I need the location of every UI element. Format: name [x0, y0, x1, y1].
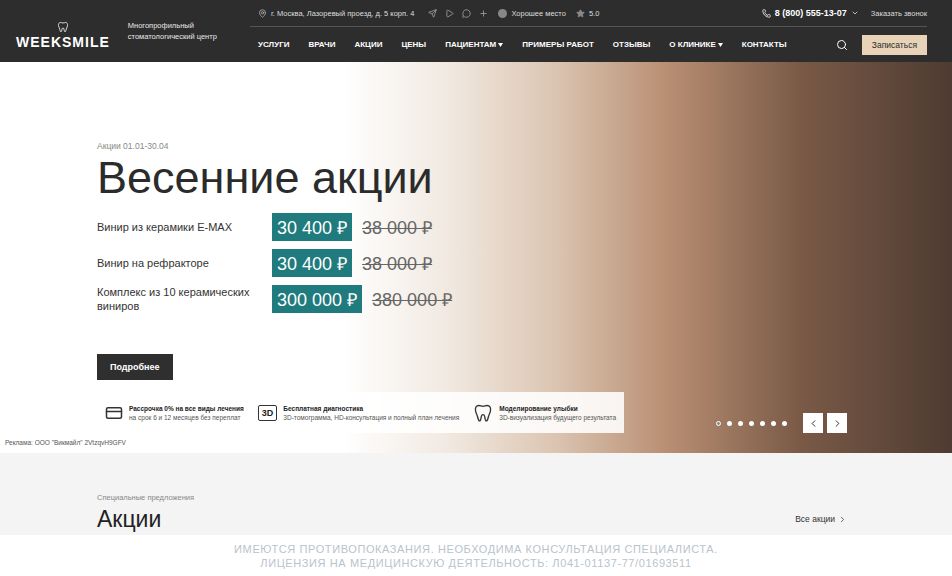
feature-item: 3D Бесплатная диагностика3D-томограмма, H…: [258, 404, 459, 422]
promo-period: Акции 01.01-30.04: [97, 140, 847, 152]
card-icon: [105, 404, 123, 422]
nav-item[interactable]: УСЛУГИ: [258, 40, 289, 49]
tooth-icon: [473, 403, 493, 423]
phone-icon: [762, 9, 771, 18]
nav-item[interactable]: КОНТАКТЫ: [742, 40, 787, 49]
nav-item[interactable]: ПАЦИЕНТАМ: [445, 40, 503, 49]
rating: 5.0: [576, 9, 599, 18]
plus-icon[interactable]: [479, 9, 488, 18]
more-button[interactable]: Подробнее: [97, 354, 173, 380]
nav-item[interactable]: ОТЗЫВЫ: [613, 40, 651, 49]
chevron-right-icon: [832, 418, 843, 429]
nav-item[interactable]: АКЦИИ: [354, 40, 382, 49]
slider-dot[interactable]: [727, 421, 732, 426]
offers-section: Специальные предложения Акции Все акции: [0, 453, 952, 535]
next-button[interactable]: [827, 413, 847, 433]
disclaimer-bar: ИМЕЮТСЯ ПРОТИВОПОКАЗАНИЯ. НЕОБХОДИМА КОН…: [0, 535, 952, 576]
feature-title: Бесплатная диагностика: [283, 404, 459, 413]
phone[interactable]: 8 (800) 555-13-07: [762, 8, 859, 18]
nav-item[interactable]: ЦЕНЫ: [401, 40, 426, 49]
feature-text: Рассрочка 0% на все виды леченияна срок …: [129, 404, 244, 422]
logo[interactable]: WEEKSMILE: [16, 13, 110, 49]
offer-row: Винир из керамики E-MAX30 400 ₽ 38 000 ₽: [97, 213, 847, 241]
hero-title: Весенние акции: [97, 152, 847, 204]
search-icon[interactable]: [836, 39, 848, 51]
dropdown-caret-icon: [718, 43, 723, 47]
slider-dots: [716, 421, 787, 426]
slider-dot[interactable]: [782, 421, 787, 426]
nav-item[interactable]: О КЛИНИКЕ: [669, 40, 722, 49]
ad-label: Реклама: ООО "Викмайл" 2VtzqvH9GFV: [0, 439, 952, 453]
offer-row: Комплекс из 10 керамических виниров300 0…: [97, 285, 847, 313]
3d-badge: 3D: [258, 405, 278, 421]
offer-list: Винир из керамики E-MAX30 400 ₽38 000 ₽В…: [97, 213, 847, 313]
disclaimer-line: ИМЕЮТСЯ ПРОТИВОПОКАЗАНИЯ. НЕОБХОДИМА КОН…: [234, 542, 718, 556]
offer-price: 300 000 ₽: [272, 285, 362, 313]
offer-name: Винир на рефракторе: [97, 256, 272, 270]
youtube-icon[interactable]: [445, 9, 454, 18]
feature-item: Рассрочка 0% на все виды леченияна срок …: [105, 404, 244, 422]
feature-desc: 3D-томограмма, HD-консультация и полный …: [283, 413, 459, 422]
section-header: Акции Все акции: [97, 505, 847, 533]
callback-link[interactable]: Заказать звонок: [871, 9, 927, 18]
badge-circle-icon: [498, 9, 507, 18]
offer-name: Комплекс из 10 керамических виниров: [97, 285, 272, 313]
slider-controls: [716, 413, 847, 433]
tooth-logo-icon: [57, 21, 69, 33]
feature-title: Моделирование улыбки: [499, 404, 616, 413]
offer-name: Винир из керамики E-MAX: [97, 220, 272, 234]
socials: [428, 9, 488, 18]
offer-old-price: 380 000 ₽: [372, 287, 452, 311]
nav-item[interactable]: ПРИМЕРЫ РАБОТ: [522, 40, 594, 49]
offer-price: 30 400 ₽: [272, 249, 352, 277]
hero-content: Акции 01.01-30.04Весенние акции Винир из …: [0, 62, 952, 433]
feature-text: Моделирование улыбки3D-визуализация буду…: [499, 404, 616, 422]
slider-dot[interactable]: [749, 421, 754, 426]
chevron-right-icon: [838, 515, 847, 524]
feature-title: Рассрочка 0% на все виды лечения: [129, 404, 244, 413]
top-bar: г. Москва, Лазоревый проезд, д. 5 корп. …: [250, 0, 927, 27]
nav-item[interactable]: ВРАЧИ: [308, 40, 335, 49]
offer-price: 30 400 ₽: [272, 213, 352, 241]
nav-tools: Записаться: [836, 35, 927, 55]
signup-button[interactable]: Записаться: [862, 35, 927, 55]
header: WEEKSMILE Многопрофильный стоматологическ…: [0, 0, 952, 62]
star-icon: [576, 9, 585, 18]
feature-desc: 3D-визуализация будущего результата: [499, 413, 616, 422]
logo-text[interactable]: WEEKSMILE: [16, 35, 110, 49]
feature-desc: на срок 6 и 12 месяцев без переплат: [129, 413, 244, 422]
good-place-badge[interactable]: Хорошее место: [498, 9, 565, 18]
whatsapp-icon[interactable]: [462, 9, 471, 18]
slider-dot[interactable]: [760, 421, 765, 426]
tagline: Многопрофильный стоматологический центр: [128, 20, 228, 42]
section-title: Акции: [97, 505, 161, 533]
feature-strip: Рассрочка 0% на все виды леченияна срок …: [97, 392, 624, 433]
dropdown-caret-icon: [498, 43, 503, 47]
all-offers-link[interactable]: Все акции: [795, 514, 847, 524]
brand: WEEKSMILE Многопрофильный стоматологическ…: [0, 0, 250, 62]
header-right: г. Москва, Лазоревый проезд, д. 5 корп. …: [250, 0, 952, 62]
page: WEEKSMILE Многопрофильный стоматологическ…: [0, 0, 952, 576]
slider-dot[interactable]: [738, 421, 743, 426]
offer-old-price: 38 000 ₽: [362, 251, 432, 275]
feature-item: Моделирование улыбки3D-визуализация буду…: [473, 403, 616, 423]
chevron-left-icon: [808, 418, 819, 429]
phone-block: 8 (800) 555-13-07 Заказать звонок: [762, 8, 927, 18]
slider-dot[interactable]: [771, 421, 776, 426]
hero-banner: Акции 01.01-30.04Весенние акции Винир из …: [0, 62, 952, 453]
telegram-icon[interactable]: [428, 9, 437, 18]
offer-old-price: 38 000 ₽: [362, 215, 432, 239]
offer-row: Винир на рефракторе30 400 ₽ 38 000 ₽: [97, 249, 847, 277]
feature-text: Бесплатная диагностика3D-томограмма, HD-…: [283, 404, 459, 422]
slider-dot[interactable]: [716, 421, 721, 426]
caret-icon: [851, 9, 859, 17]
feature-row: Рассрочка 0% на все виды леченияна срок …: [97, 392, 847, 433]
address[interactable]: г. Москва, Лазоревый проезд, д. 5 корп. …: [258, 9, 414, 18]
prev-button[interactable]: [803, 413, 823, 433]
disclaimer-line: ЛИЦЕНЗИЯ НА МЕДИЦИНСКУЮ ДЕЯТЕЛЬНОСТЬ: Л0…: [260, 556, 691, 570]
main-nav: УСЛУГИ ВРАЧИ АКЦИИ ЦЕНЫ ПАЦИЕНТАМ ПРИМЕРЫ РАБ…: [250, 27, 927, 62]
section-caption: Специальные предложения: [97, 493, 847, 503]
pin-icon: [258, 9, 267, 18]
